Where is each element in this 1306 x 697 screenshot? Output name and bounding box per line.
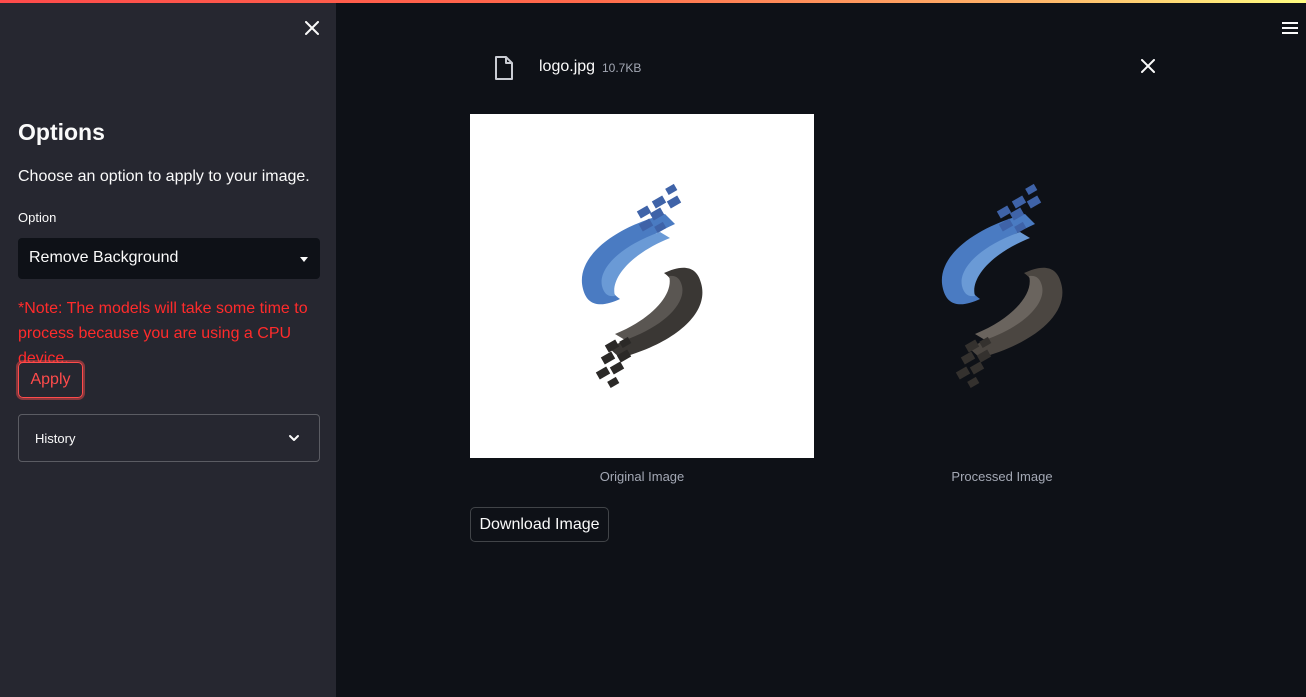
chevron-down-icon — [289, 435, 299, 441]
file-icon — [494, 55, 514, 81]
sidebar-title: Options — [18, 119, 105, 145]
sidebar-close-button[interactable] — [300, 16, 324, 40]
processed-image-caption: Processed Image — [951, 469, 1053, 484]
sidebar: Options Choose an option to apply to you… — [0, 0, 336, 697]
uploaded-file-name: logo.jpg — [539, 58, 596, 75]
logo-graphic — [941, 183, 1063, 388]
sidebar-description: Choose an option to apply to your image. — [18, 168, 310, 185]
apply-button[interactable]: Apply — [18, 362, 83, 398]
logo-graphic — [581, 183, 703, 388]
cpu-note: *Note: The models will take some time to… — [18, 300, 308, 367]
uploaded-file-size: 10.7KB — [602, 61, 642, 75]
option-label: Option — [18, 210, 57, 225]
download-image-button[interactable]: Download Image — [470, 507, 609, 542]
history-expander[interactable]: History — [18, 414, 320, 462]
remove-file-button[interactable] — [1138, 56, 1158, 76]
processed-image — [830, 114, 1174, 458]
header-decoration-bar — [0, 0, 1306, 3]
hamburger-menu-icon — [1282, 22, 1298, 34]
caret-down-icon — [300, 257, 308, 262]
original-image-caption: Original Image — [599, 469, 685, 484]
close-icon — [1141, 59, 1155, 73]
history-label: History — [35, 431, 76, 446]
option-select-value: Remove Background — [29, 249, 179, 266]
option-select[interactable]: Remove Background — [18, 238, 320, 279]
original-image — [470, 114, 814, 458]
main-menu-button[interactable] — [1281, 20, 1299, 36]
close-icon — [305, 21, 319, 35]
